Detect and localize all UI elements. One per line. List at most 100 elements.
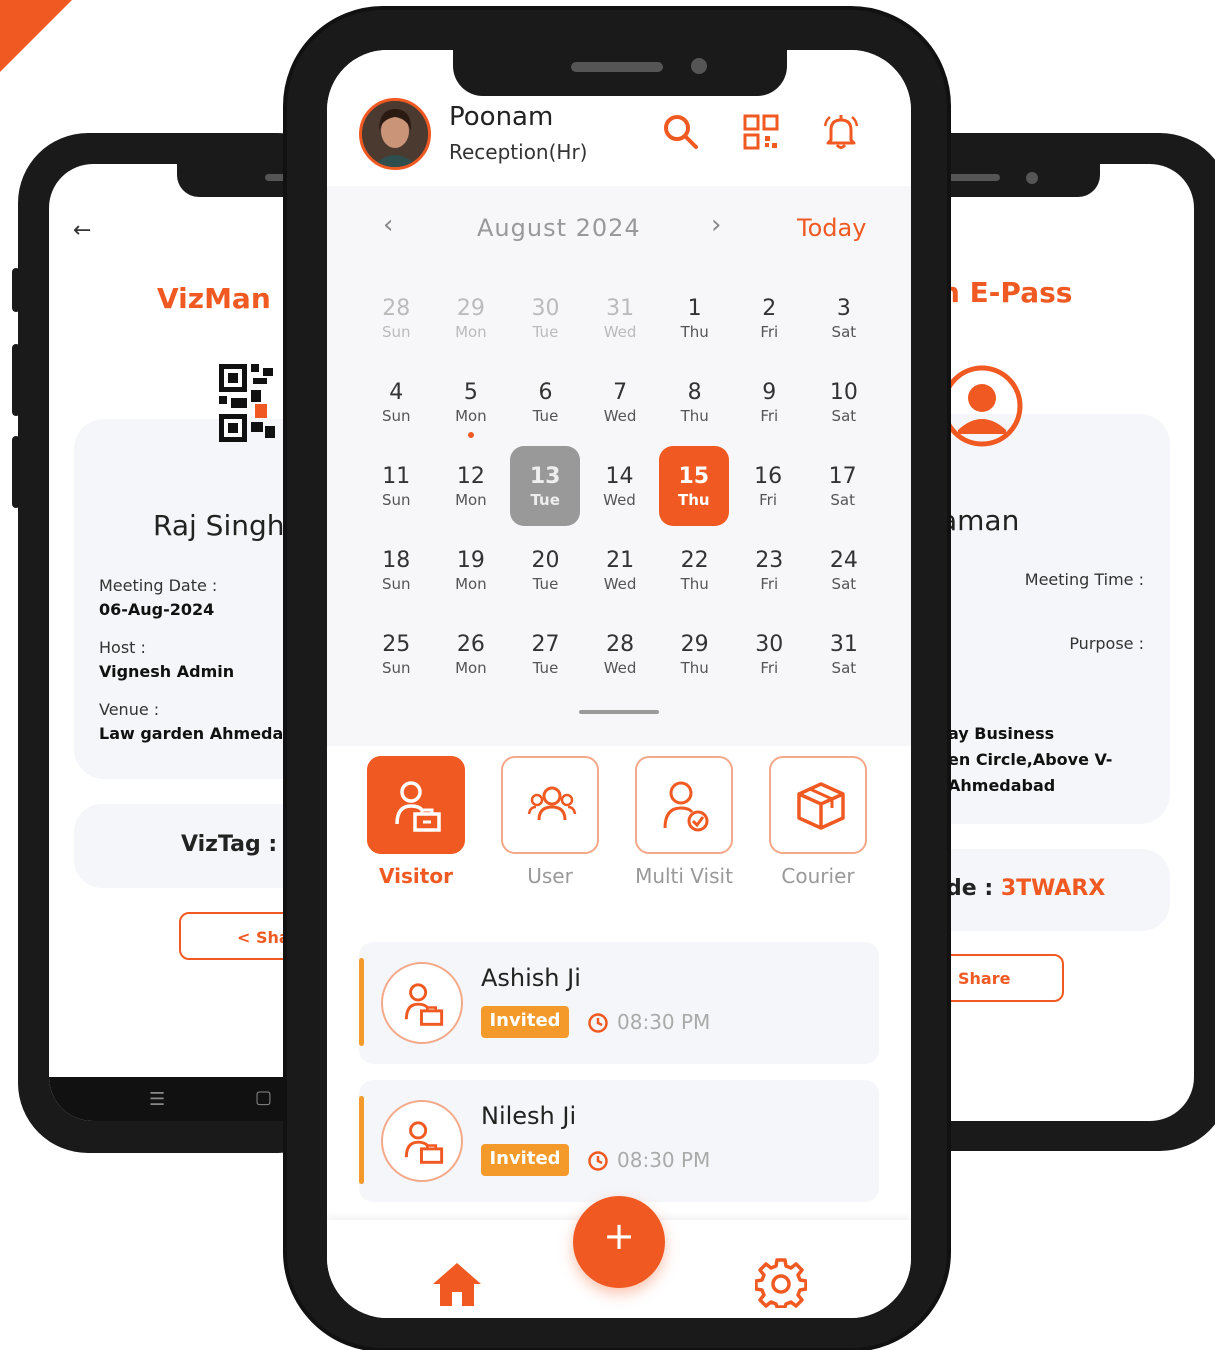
visitor-name: aman	[940, 504, 1020, 537]
qr-code-icon	[219, 364, 275, 442]
calendar-day[interactable]: 28 Wed	[583, 614, 658, 694]
visit-card[interactable]: Nilesh Ji Invited 08:30 PM	[359, 1080, 879, 1202]
avatar[interactable]	[359, 98, 431, 170]
calendar-day[interactable]: 17 Sat	[805, 446, 880, 526]
calendar-day[interactable]: 20 Tue	[508, 530, 583, 610]
calendar-day[interactable]: 5 Mon	[434, 362, 509, 442]
calendar-day[interactable]: 28 Sun	[359, 278, 434, 358]
day-weekday: Fri	[760, 574, 779, 593]
home-icon[interactable]	[431, 1260, 483, 1308]
calendar-day[interactable]: 18 Sun	[359, 530, 434, 610]
add-visit-button[interactable]: +	[573, 1196, 665, 1288]
calendar-day[interactable]: 15 Thu	[658, 446, 729, 526]
day-weekday: Mon	[455, 406, 487, 425]
calendar-day[interactable]: 4 Sun	[359, 362, 434, 442]
day-number: 6	[538, 379, 553, 405]
calendar-day[interactable]: 14 Wed	[582, 446, 657, 526]
host-label: Host :	[99, 638, 146, 657]
day-number: 8	[687, 379, 702, 405]
calendar-day[interactable]: 29 Thu	[657, 614, 732, 694]
calendar-day[interactable]: 13 Tue	[510, 446, 581, 526]
calendar-day[interactable]: 11 Sun	[359, 446, 434, 526]
category-multi-visit-button[interactable]	[635, 756, 733, 854]
user-group-icon	[527, 786, 577, 821]
day-weekday: Sun	[382, 490, 411, 509]
day-weekday: Fri	[759, 490, 778, 509]
calendar-day[interactable]: 26 Mon	[434, 614, 509, 694]
center-phone: Poonam Reception(Hr) ‹ August 2024 › Tod…	[283, 6, 951, 1350]
search-icon[interactable]	[661, 112, 701, 152]
calendar-day[interactable]: 8 Thu	[657, 362, 732, 442]
visitor-dashboard-screen: Poonam Reception(Hr) ‹ August 2024 › Tod…	[327, 50, 911, 1318]
calendar-day[interactable]: 19 Mon	[434, 530, 509, 610]
calendar-day[interactable]: 22 Thu	[657, 530, 732, 610]
venue-line-2: en Circle,Above V-	[948, 750, 1113, 769]
calendar-day[interactable]: 25 Sun	[359, 614, 434, 694]
calendar-day[interactable]: 2 Fri	[732, 278, 807, 358]
day-weekday: Tue	[532, 574, 559, 593]
bell-icon[interactable]	[821, 112, 861, 152]
calendar-day[interactable]: 31 Sat	[807, 614, 882, 694]
day-number: 16	[754, 463, 783, 489]
visitor-name: Nilesh Ji	[481, 1102, 577, 1130]
visitor-icon	[404, 983, 444, 1026]
chevron-left-icon[interactable]: ‹	[383, 210, 393, 240]
calendar-week-row: 18 Sun 19 Mon 20 Tue 21 Wed 22 Thu 23 Fri 24 Sat	[359, 530, 887, 614]
day-weekday: Wed	[603, 658, 637, 677]
visit-time: 08:30 PM	[617, 1148, 711, 1172]
user-photo-icon	[362, 101, 428, 167]
chevron-right-icon[interactable]: ›	[711, 210, 721, 240]
square-icon[interactable]: ▢	[255, 1087, 272, 1108]
calendar-day[interactable]: 3 Sat	[807, 278, 882, 358]
visitor-avatar	[381, 1100, 463, 1182]
host-value: Vignesh Admin	[99, 662, 235, 681]
day-weekday: Wed	[603, 406, 637, 425]
calendar-day[interactable]: 27 Tue	[508, 614, 583, 694]
day-weekday: Fri	[760, 322, 779, 341]
drag-handle[interactable]	[579, 710, 659, 714]
day-weekday: Mon	[455, 658, 487, 677]
day-weekday: Fri	[760, 658, 779, 677]
gear-icon[interactable]	[755, 1256, 807, 1308]
menu-icon[interactable]: ☰	[149, 1089, 165, 1110]
day-number: 11	[382, 463, 411, 489]
today-button[interactable]: Today	[797, 214, 866, 242]
calendar-day[interactable]: 30 Tue	[508, 278, 583, 358]
pass-code-label: de :	[946, 876, 994, 901]
user-role: Reception(Hr)	[449, 140, 588, 164]
day-weekday: Tue	[530, 490, 560, 509]
category-multi-visit-label: Multi Visit	[635, 864, 733, 888]
calendar-week-row: 25 Sun 26 Mon 27 Tue 28 Wed 29 Thu 30 Fri 31 Sat	[359, 614, 887, 698]
clock-icon	[588, 1013, 608, 1033]
visit-card[interactable]: Ashish Ji Invited 08:30 PM	[359, 942, 879, 1064]
day-number: 17	[828, 463, 857, 489]
calendar-day[interactable]: 1 Thu	[657, 278, 732, 358]
calendar-day[interactable]: 6 Tue	[508, 362, 583, 442]
day-weekday: Tue	[532, 322, 559, 341]
calendar-day[interactable]: 30 Fri	[732, 614, 807, 694]
day-number: 24	[829, 547, 858, 573]
calendar-day[interactable]: 10 Sat	[807, 362, 882, 442]
pass-code: de : 3TWARX	[946, 876, 1105, 901]
calendar-day[interactable]: 16 Fri	[731, 446, 806, 526]
day-weekday: Thu	[680, 322, 709, 341]
category-visitor-button[interactable]	[367, 756, 465, 854]
brand-title: VizMan	[157, 282, 271, 315]
pass-code-value: 3TWARX	[1000, 876, 1106, 901]
back-arrow-icon[interactable]: ←	[73, 218, 91, 243]
day-number: 12	[456, 463, 485, 489]
calendar-day[interactable]: 31 Wed	[583, 278, 658, 358]
calendar-day[interactable]: 29 Mon	[434, 278, 509, 358]
calendar-day[interactable]: 9 Fri	[732, 362, 807, 442]
category-user-button[interactable]	[501, 756, 599, 854]
calendar-day[interactable]: 23 Fri	[732, 530, 807, 610]
calendar-day[interactable]: 7 Wed	[583, 362, 658, 442]
day-number: 7	[613, 379, 628, 405]
calendar-day[interactable]: 24 Sat	[807, 530, 882, 610]
qr-code-icon[interactable]	[741, 112, 781, 152]
day-number: 18	[382, 547, 411, 573]
calendar-day[interactable]: 12 Mon	[434, 446, 509, 526]
calendar-week-row: 11 Sun 12 Mon 13 Tue 14 Wed 15 Thu 16 Fri 17 Sat	[359, 446, 887, 530]
calendar-day[interactable]: 21 Wed	[583, 530, 658, 610]
category-courier-button[interactable]	[769, 756, 867, 854]
